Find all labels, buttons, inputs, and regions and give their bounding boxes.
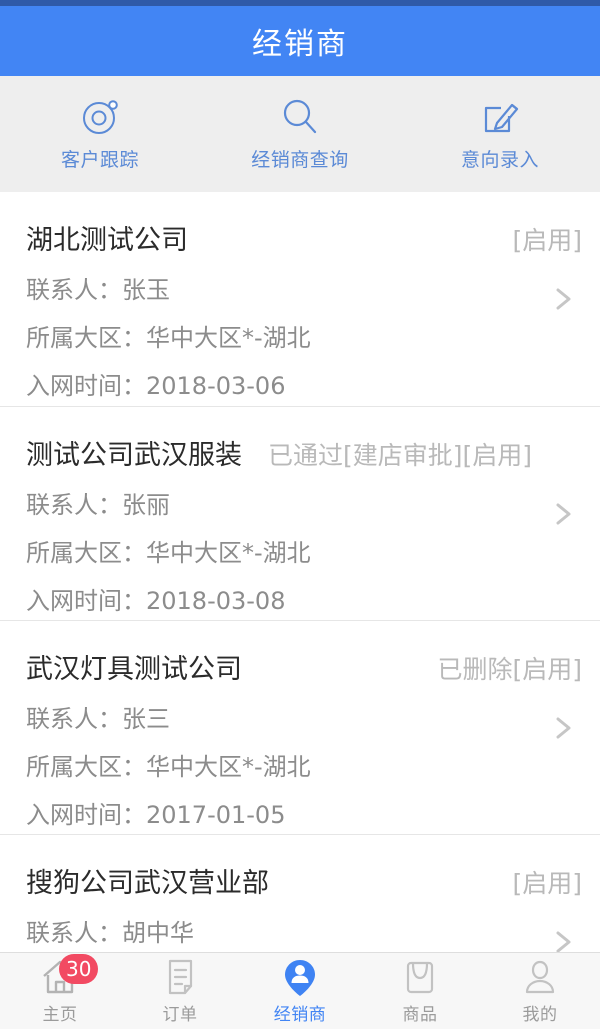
tab-label: 主页	[42, 1005, 78, 1025]
home-badge: 30	[59, 954, 99, 984]
document-icon-wrapper	[158, 957, 202, 997]
list-item[interactable]: 搜狗公司武汉营业部 [启用] 联系人：胡中华 所属大区：华中大区*-湖北	[0, 834, 600, 952]
location-pin-user-icon-wrapper	[278, 957, 322, 997]
navigation-bar: 经销商	[0, 6, 600, 76]
toolbar-item-label: 意向录入	[460, 149, 539, 171]
toolbar-item-intention-entry[interactable]: 意向录入	[400, 76, 600, 192]
chevron-right-icon	[548, 713, 578, 743]
dealer-name: 湖北测试公司	[26, 225, 188, 256]
home-icon-wrapper: 30	[38, 954, 99, 997]
dealer-contact: 联系人：张三	[26, 705, 170, 733]
shopping-bag-icon	[406, 961, 434, 994]
toolbar-item-label: 客户跟踪	[60, 149, 139, 171]
toolbar-item-dealer-query[interactable]: 经销商查询	[200, 76, 400, 192]
tab-dealers[interactable]: 经销商	[240, 953, 360, 1029]
list-item[interactable]: 湖北测试公司 [启用] 联系人：张玉 所属大区：华中大区*-湖北 入网时间：20…	[0, 192, 600, 406]
tab-orders[interactable]: 订单	[120, 953, 240, 1029]
chevron-right-icon	[548, 499, 578, 529]
status-badge: [启用]	[512, 226, 582, 255]
list-item-header: 测试公司武汉服装 已通过[建店审批][启用]	[26, 433, 582, 472]
tab-home[interactable]: 30 主页	[0, 953, 120, 1029]
tab-label: 我的	[522, 1005, 558, 1025]
list-item-header: 武汉灯具测试公司 已删除[启用]	[26, 647, 582, 686]
dealer-join-date: 入网时间：2017-01-05	[26, 801, 286, 829]
dealer-name: 搜狗公司武汉营业部	[26, 868, 269, 899]
status-badge: 已删除[启用]	[437, 655, 582, 684]
page-title: 经销商	[252, 27, 348, 62]
dealer-contact: 联系人：张玉	[26, 276, 170, 304]
toolbar-item-customer-tracking[interactable]: 客户跟踪	[0, 76, 200, 192]
list-item[interactable]: 测试公司武汉服装 已通过[建店审批][启用] 联系人：张丽 所属大区：华中大区*…	[0, 406, 600, 620]
dealer-region: 所属大区：华中大区*-湖北	[26, 753, 311, 781]
tab-label: 经销商	[273, 1005, 327, 1025]
dealer-contact: 联系人：胡中华	[26, 919, 194, 947]
edit-square-icon	[479, 96, 521, 138]
chevron-right-icon	[548, 927, 578, 952]
dealer-region: 所属大区：华中大区*-湖北	[26, 539, 311, 567]
tab-label: 商品	[402, 1005, 438, 1025]
chevron-right-icon	[548, 284, 578, 314]
dealer-name: 测试公司武汉服装	[26, 440, 242, 471]
tab-profile[interactable]: 我的	[480, 953, 600, 1029]
dealer-region: 所属大区：华中大区*-湖北	[26, 324, 311, 352]
location-pin-user-icon	[285, 960, 315, 996]
tab-products[interactable]: 商品	[360, 953, 480, 1029]
list-item-header: 湖北测试公司 [启用]	[26, 218, 582, 257]
dealer-list[interactable]: 湖北测试公司 [启用] 联系人：张玉 所属大区：华中大区*-湖北 入网时间：20…	[0, 192, 600, 952]
dealer-join-date: 入网时间：2018-03-06	[26, 372, 286, 400]
shopping-bag-icon-wrapper	[398, 957, 442, 997]
person-icon	[525, 960, 555, 994]
quick-action-toolbar: 客户跟踪 经销商查询 意向录入	[0, 76, 600, 192]
tab-label: 订单	[162, 1005, 198, 1025]
toolbar-item-label: 经销商查询	[251, 149, 349, 171]
dealer-join-date: 入网时间：2018-03-08	[26, 587, 286, 615]
search-icon	[279, 96, 321, 138]
bottom-tab-bar: 30 主页 订单 经销商 商品 我的	[0, 952, 600, 1029]
dealer-name: 武汉灯具测试公司	[26, 654, 242, 685]
person-icon-wrapper	[518, 957, 562, 997]
list-item[interactable]: 武汉灯具测试公司 已删除[启用] 联系人：张三 所属大区：华中大区*-湖北 入网…	[0, 620, 600, 834]
document-icon	[168, 959, 193, 995]
list-item-header: 搜狗公司武汉营业部 [启用]	[26, 861, 582, 900]
status-badge: 已通过[建店审批][启用]	[268, 441, 533, 470]
status-badge: [启用]	[512, 869, 582, 898]
app-root: 经销商 客户跟踪 经销商查询 意向录入 湖北测试公司 [启用] 联系人：张玉 所…	[0, 0, 600, 1029]
dealer-contact: 联系人：张丽	[26, 491, 170, 519]
target-orbit-icon	[79, 96, 121, 138]
